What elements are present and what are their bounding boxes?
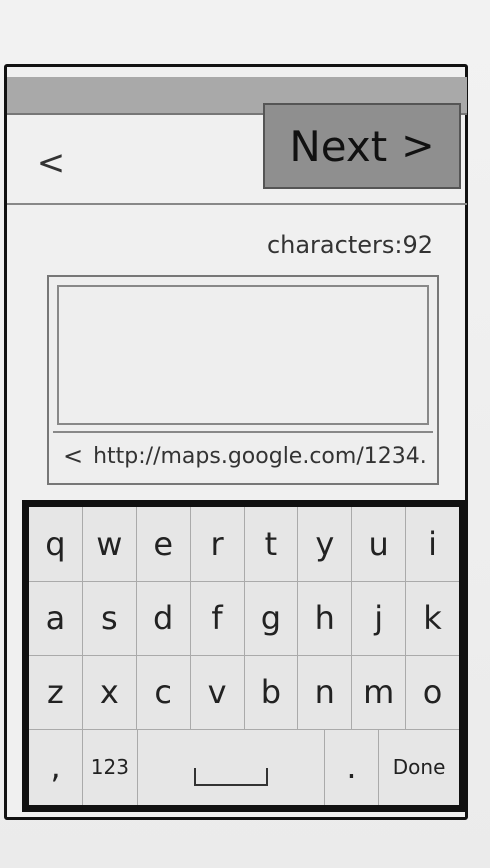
url-text: http://maps.google.com/1234. [93, 443, 427, 469]
key-q[interactable]: q [29, 507, 83, 581]
key-t[interactable]: t [245, 507, 299, 581]
key-x[interactable]: x [83, 655, 137, 729]
key-a[interactable]: a [29, 581, 83, 655]
key-e[interactable]: e [137, 507, 191, 581]
message-input[interactable] [57, 285, 429, 425]
key-k[interactable]: k [406, 581, 459, 655]
back-icon: < [36, 143, 66, 183]
keyboard-row-1: q w e r t y u i [29, 507, 459, 582]
key-w[interactable]: w [83, 507, 137, 581]
key-d[interactable]: d [137, 581, 191, 655]
key-f[interactable]: f [191, 581, 245, 655]
key-u[interactable]: u [352, 507, 407, 581]
key-period[interactable]: . [325, 729, 380, 805]
compose-box: < http://maps.google.com/1234. [47, 275, 439, 485]
attached-url[interactable]: < http://maps.google.com/1234. [53, 431, 433, 479]
chevron-right-icon: > [401, 123, 435, 169]
key-numbers[interactable]: 123 [83, 729, 138, 805]
key-space[interactable] [138, 729, 325, 805]
key-h[interactable]: h [298, 581, 353, 655]
next-label: Next [289, 121, 388, 171]
key-done[interactable]: Done [379, 729, 459, 805]
key-n[interactable]: n [298, 655, 353, 729]
key-s[interactable]: s [83, 581, 137, 655]
key-m[interactable]: m [352, 655, 407, 729]
keyboard-row-3: z x c v b n m o [29, 655, 459, 730]
key-j[interactable]: j [352, 581, 407, 655]
key-comma[interactable]: , [29, 729, 84, 805]
character-counter-label: characters: [266, 231, 403, 259]
keyboard-row-2: a s d f g h j k [29, 581, 459, 656]
keyboard-row-4: , 123 . Done [29, 729, 459, 805]
key-y[interactable]: y [298, 507, 353, 581]
key-r[interactable]: r [191, 507, 245, 581]
key-o[interactable]: o [406, 655, 459, 729]
on-screen-keyboard: q w e r t y u i a s d f g h j k z x c v … [22, 500, 466, 812]
key-g[interactable]: g [245, 581, 299, 655]
key-v[interactable]: v [191, 655, 245, 729]
back-button[interactable]: < [31, 143, 71, 183]
next-button[interactable]: Next > [263, 103, 461, 189]
key-i[interactable]: i [406, 507, 459, 581]
paper-sketch: < Next > characters:92 < http://maps.goo… [0, 0, 490, 868]
key-z[interactable]: z [29, 655, 83, 729]
key-b[interactable]: b [245, 655, 299, 729]
character-counter-value: 92 [402, 231, 433, 259]
key-c[interactable]: c [137, 655, 191, 729]
url-prefix-icon: < [63, 442, 84, 470]
space-icon [193, 768, 268, 786]
character-counter: characters:92 [267, 231, 433, 259]
